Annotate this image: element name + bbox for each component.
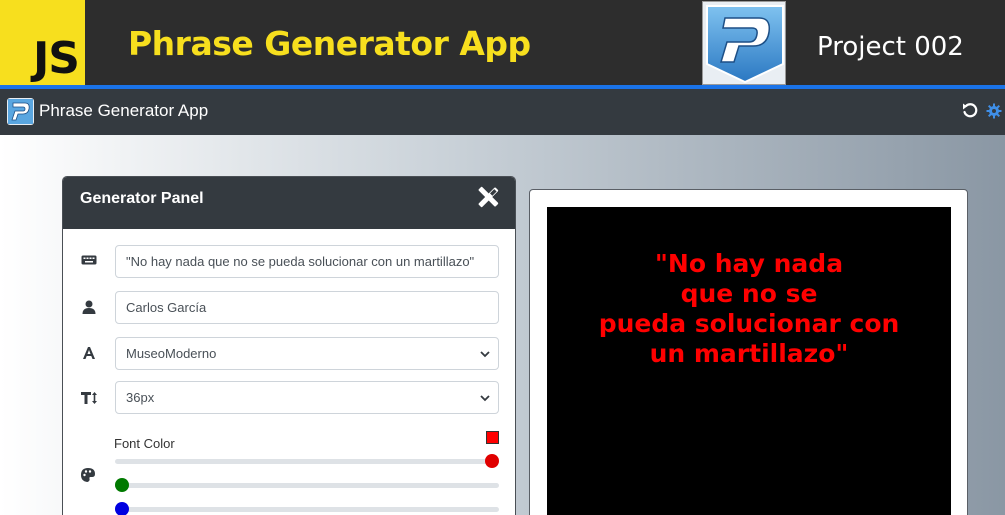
text-height-icon <box>80 390 97 406</box>
font-size-select[interactable]: 36px <box>115 381 499 414</box>
project-label: Project 002 <box>817 32 964 62</box>
video-banner: JS Phrase Generator App Project 002 <box>0 0 1005 86</box>
font-icon <box>81 345 97 361</box>
generator-panel: Generator Panel "No hay nada que no se p… <box>62 176 516 515</box>
banner-title: Phrase Generator App <box>128 24 531 63</box>
js-logo-text: JS <box>32 33 80 84</box>
author-input[interactable]: Carlos García <box>115 291 499 324</box>
undo-icon[interactable] <box>961 102 979 120</box>
p-logo-icon <box>702 1 786 85</box>
font-color-swatch <box>486 431 499 444</box>
app-title: Phrase Generator App <box>39 101 209 120</box>
chevron-down-icon <box>480 395 490 402</box>
preview-canvas: "No hay nada que no se pueda solucionar … <box>547 207 951 515</box>
blue-slider[interactable] <box>115 502 499 515</box>
preview-phrase: "No hay nada que no se pueda solucionar … <box>598 249 900 368</box>
app-navbar: Phrase Generator App <box>0 89 1005 135</box>
font-family-value: MuseoModerno <box>126 346 217 361</box>
panel-header: Generator Panel <box>63 177 515 229</box>
preview-frame: "No hay nada que no se pueda solucionar … <box>529 189 968 515</box>
user-icon <box>81 299 97 315</box>
gear-icon[interactable] <box>986 102 1002 120</box>
js-logo: JS <box>0 0 85 86</box>
chevron-down-icon <box>480 351 490 358</box>
green-slider[interactable] <box>115 478 499 492</box>
palette-icon <box>80 467 96 483</box>
phrase-input[interactable]: "No hay nada que no se pueda solucionar … <box>115 245 499 278</box>
font-color-label: Font Color <box>114 436 175 451</box>
keyboard-icon <box>81 252 97 268</box>
red-slider-thumb[interactable] <box>485 454 499 468</box>
green-slider-thumb[interactable] <box>115 478 129 492</box>
font-size-value: 36px <box>126 390 155 405</box>
app-logo-icon <box>7 98 34 125</box>
blue-slider-thumb[interactable] <box>115 502 129 515</box>
font-family-select[interactable]: MuseoModerno <box>115 337 499 370</box>
panel-title: Generator Panel <box>80 190 204 207</box>
tools-icon <box>477 186 499 208</box>
red-slider[interactable] <box>115 454 499 468</box>
